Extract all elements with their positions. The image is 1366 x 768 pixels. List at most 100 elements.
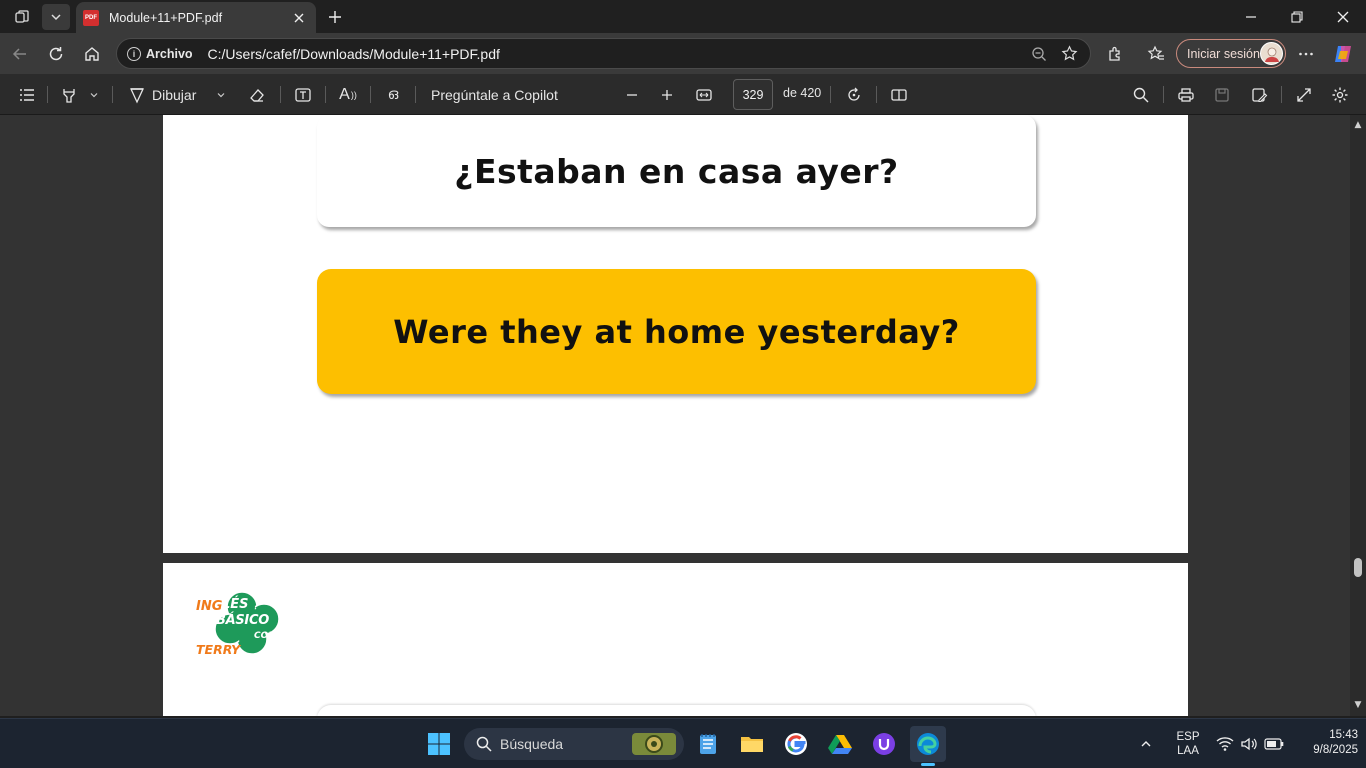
rotate-icon[interactable] [841, 81, 867, 108]
logo-text-terry: TERRY [196, 642, 241, 657]
pdf-page-330: ING LÉS BÁSICO CON TERRY [163, 563, 1188, 716]
add-text-icon[interactable] [290, 81, 316, 108]
logo-text-ingles: ING [196, 599, 223, 614]
restore-button[interactable] [1274, 0, 1320, 33]
vertical-scrollbar[interactable]: ▲ ▼ [1350, 115, 1366, 716]
read-aloud-glyph: A [339, 85, 350, 103]
tab-actions-chevron-icon[interactable] [42, 4, 70, 30]
sign-in-label: Iniciar sesión [1187, 46, 1260, 61]
taskbar-search-icon [476, 736, 492, 752]
highlight-chevron-down-icon[interactable] [86, 81, 102, 108]
logo-text-basico: BÁSICO [216, 613, 269, 628]
draw-chevron-down-icon[interactable] [213, 81, 229, 108]
language-indicator[interactable]: ESP LAA [1172, 731, 1204, 757]
minimize-button[interactable] [1228, 0, 1274, 33]
logo-text-con: CON [254, 631, 276, 641]
save-as-icon[interactable] [1246, 81, 1272, 108]
address-bar[interactable]: i Archivo C:/Users/cafef/Downloads/Modul… [116, 38, 1091, 69]
pdf-toolbar: Dibujar A)) ഒ Pregúntale a Copilot 329 d… [0, 74, 1366, 115]
taskbar-search[interactable]: Búsqueda [464, 728, 684, 760]
refresh-icon[interactable] [42, 40, 70, 68]
clock-time: 15:43 [1329, 729, 1358, 741]
battery-icon[interactable] [1261, 726, 1287, 762]
extensions-puzzle-icon[interactable] [1101, 40, 1129, 68]
toolbar-divider [325, 86, 326, 103]
sign-in-button[interactable]: Iniciar sesión [1176, 39, 1286, 68]
page-view-icon[interactable] [886, 81, 912, 108]
volume-icon[interactable] [1236, 726, 1262, 762]
windows-taskbar: Búsqueda ESP LAA 15:43 9/8/2025 [0, 718, 1366, 768]
toolbar-divider [280, 86, 281, 103]
fit-width-icon[interactable] [691, 81, 717, 108]
tab-active[interactable]: PDF Module+11+PDF.pdf [76, 2, 316, 33]
print-icon[interactable] [1173, 81, 1199, 108]
toolbar-divider [370, 86, 371, 103]
title-bar: PDF Module+11+PDF.pdf [0, 0, 1366, 33]
scroll-down-arrow-icon[interactable]: ▼ [1353, 700, 1363, 710]
pdf-favicon-icon: PDF [83, 9, 99, 26]
toolbar-divider [415, 86, 416, 103]
toolbar-divider [876, 86, 877, 103]
file-scheme-chip: Archivo [146, 46, 193, 61]
translate-icon[interactable]: ഒ [380, 81, 406, 108]
ingles-basico-con-terry-logo: ING LÉS BÁSICO CON TERRY [194, 589, 286, 659]
find-search-icon[interactable] [1128, 81, 1154, 108]
file-explorer-folder-icon[interactable] [734, 726, 770, 762]
highlight-icon[interactable] [56, 81, 82, 108]
microsoft-edge-icon[interactable] [910, 726, 946, 766]
draw-button[interactable]: Dibujar [152, 81, 206, 108]
ask-copilot-button[interactable]: Pregúntale a Copilot [431, 81, 571, 108]
toolbar-divider [47, 86, 48, 103]
eraser-icon[interactable] [244, 81, 270, 108]
back-arrow-icon[interactable] [6, 40, 34, 68]
google-chrome-g-icon[interactable] [778, 726, 814, 762]
taskbar-search-placeholder: Búsqueda [500, 736, 564, 752]
copilot-icon[interactable] [1329, 40, 1357, 68]
fullscreen-expand-icon[interactable] [1291, 81, 1317, 108]
workspaces-icon[interactable] [8, 4, 36, 30]
start-windows-icon[interactable] [421, 726, 457, 762]
logo-text-les: LÉS [222, 597, 249, 612]
search-highlight-image-icon [632, 733, 676, 755]
google-drive-icon[interactable] [822, 726, 858, 762]
save-disk-icon[interactable] [1209, 81, 1235, 108]
toolbar-divider [830, 86, 831, 103]
pdf-viewport[interactable]: ¿Estaban en casa ayer? Were they at home… [0, 115, 1366, 716]
scroll-up-arrow-icon[interactable]: ▲ [1353, 120, 1363, 130]
zoom-out-magnifier-icon[interactable] [1024, 41, 1054, 67]
new-tab-plus-icon[interactable] [322, 4, 348, 30]
page-number-input[interactable]: 329 [733, 79, 773, 110]
table-of-contents-icon[interactable] [14, 81, 40, 108]
draw-pen-icon[interactable] [124, 81, 150, 108]
close-window-button[interactable] [1320, 0, 1366, 33]
spanish-question-card: ¿Estaban en casa ayer? [317, 115, 1036, 227]
toolbar-divider [1281, 86, 1282, 103]
read-aloud-icon[interactable]: A)) [335, 81, 361, 108]
more-options-icon[interactable] [1292, 40, 1320, 68]
home-icon[interactable] [78, 40, 106, 68]
language-bottom: LAA [1177, 745, 1199, 757]
tab-title: Module+11+PDF.pdf [109, 10, 223, 25]
url-text[interactable]: C:/Users/cafef/Downloads/Module+11+PDF.p… [208, 46, 1024, 62]
notepad-app-icon[interactable] [690, 726, 726, 762]
profile-avatar-icon [1260, 42, 1283, 65]
clock[interactable]: 15:43 9/8/2025 [1292, 729, 1358, 756]
toolbar-divider [112, 86, 113, 103]
zoom-in-icon[interactable] [654, 81, 680, 108]
scrollbar-thumb[interactable] [1354, 558, 1362, 577]
site-info-icon[interactable]: i [127, 46, 141, 61]
zoom-out-icon[interactable] [619, 81, 645, 108]
english-answer-card: Were they at home yesterday? [317, 269, 1036, 394]
favorite-star-icon[interactable] [1054, 41, 1084, 67]
close-tab-icon[interactable] [290, 9, 308, 27]
settings-gear-icon[interactable] [1327, 81, 1353, 108]
page-count: de 420 [783, 86, 822, 100]
wifi-icon[interactable] [1212, 726, 1238, 762]
translate-glyph: ഒ [387, 86, 399, 103]
active-app-indicator [921, 763, 935, 766]
next-card-partial [317, 705, 1036, 716]
pdf-page-329: ¿Estaban en casa ayer? Were they at home… [163, 115, 1188, 553]
favorites-icon[interactable] [1142, 40, 1170, 68]
purple-app-icon[interactable] [866, 726, 902, 762]
show-hidden-icons-chevron-icon[interactable] [1132, 726, 1160, 762]
